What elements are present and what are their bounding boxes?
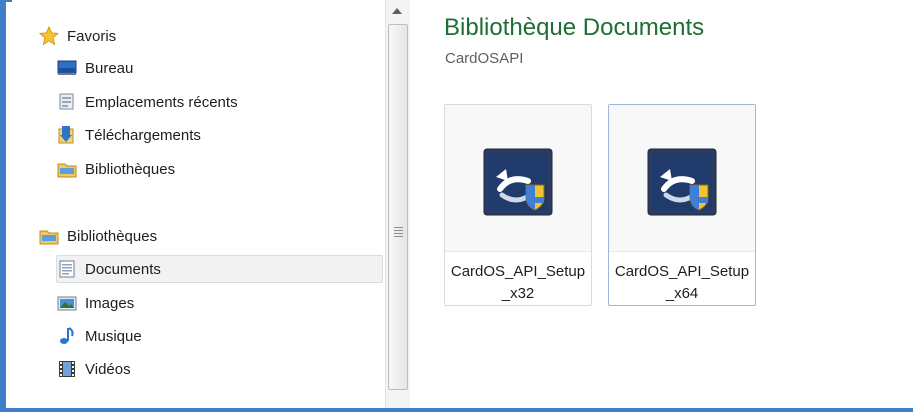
file-thumbnail [445, 105, 591, 252]
nav-item-label: Images [85, 294, 135, 312]
music-icon [57, 326, 77, 346]
recent-places-icon [57, 92, 77, 112]
scrollbar-thumb[interactable] [388, 24, 408, 390]
nav-favorites[interactable]: Favoris [38, 22, 383, 50]
nav-item-downloads[interactable]: Téléchargements [56, 121, 383, 149]
nav-item-label: Musique [85, 327, 142, 345]
nav-item-bureau[interactable]: Bureau [56, 54, 383, 82]
documents-icon [57, 259, 77, 279]
file-name: CardOS_API_Setup_x32 [450, 263, 586, 302]
nav-libraries[interactable]: Bibliothèques [38, 222, 383, 250]
nav-item-label: Emplacements récents [85, 93, 238, 111]
installer-icon [482, 147, 554, 217]
nav-item-label: Téléchargements [85, 126, 201, 144]
libraries-icon [39, 226, 59, 246]
nav-item-label: Bureau [85, 59, 134, 77]
nav-libraries-label: Bibliothèques [67, 227, 158, 245]
pictures-icon [57, 293, 77, 313]
explorer-window: Favoris Bureau Emplacements récents Télé… [0, 0, 913, 412]
nav-item-label: Bibliothèques [85, 160, 176, 178]
file-thumbnail [609, 105, 755, 252]
nav-item-videos[interactable]: Vidéos [56, 355, 383, 383]
nav-item-libraries-fav[interactable]: Bibliothèques [56, 155, 383, 183]
file-item[interactable]: CardOS_API_Setup_x32 [444, 104, 592, 306]
content-pane: Bibliothèque Documents CardOSAPI CardOS_… [410, 0, 913, 408]
videos-icon [57, 359, 77, 379]
nav-item-label: Vidéos [85, 360, 131, 378]
file-name: CardOS_API_Setup_x64 [614, 263, 750, 302]
file-item[interactable]: CardOS_API_Setup_x64 [608, 104, 756, 306]
nav-item-label: Documents [85, 260, 161, 278]
desktop-icon [57, 58, 77, 78]
library-subtitle: CardOSAPI [445, 50, 524, 67]
installer-icon [646, 147, 718, 217]
grip-icon [394, 227, 403, 237]
navigation-pane: Favoris Bureau Emplacements récents Télé… [12, 0, 385, 408]
star-icon [38, 25, 60, 46]
nav-item-images[interactable]: Images [56, 289, 383, 317]
library-title: Bibliothèque Documents [444, 14, 705, 41]
nav-scrollbar[interactable] [385, 0, 411, 408]
nav-item-music[interactable]: Musique [56, 322, 383, 350]
nav-item-documents[interactable]: Documents [56, 255, 383, 283]
libraries-icon [57, 159, 77, 179]
scroll-up-icon[interactable] [392, 8, 402, 14]
nav-item-recent-places[interactable]: Emplacements récents [56, 88, 383, 116]
nav-favorites-label: Favoris [67, 27, 117, 45]
downloads-icon [57, 125, 77, 145]
